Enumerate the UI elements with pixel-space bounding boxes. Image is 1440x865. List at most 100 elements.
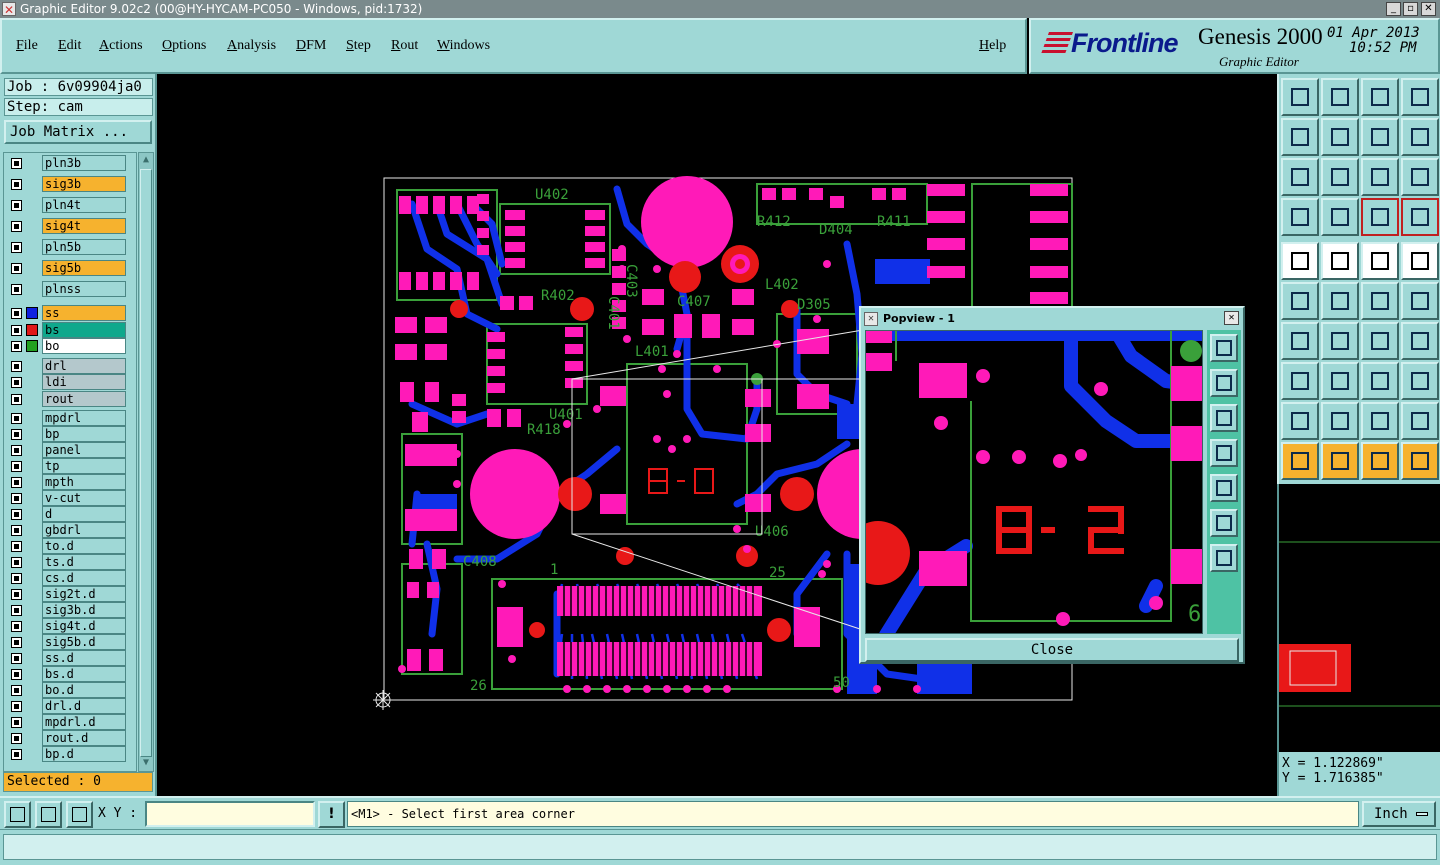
layer-row-d[interactable]: d — [4, 506, 136, 522]
menu-help[interactable]: Help — [979, 38, 1006, 54]
layer-row-ss[interactable]: ss — [4, 305, 136, 321]
layer-checkbox[interactable] — [11, 461, 22, 472]
layer-checkbox[interactable] — [11, 429, 22, 440]
layer-name[interactable]: cs.d — [42, 570, 126, 586]
layer-name[interactable]: drl — [42, 357, 126, 374]
line-tool-button[interactable] — [1321, 242, 1359, 280]
fit-profile-button[interactable] — [1281, 158, 1319, 196]
layer-checkbox[interactable] — [11, 541, 22, 552]
menu-dfm[interactable]: DFM — [296, 38, 326, 54]
pan-right-button[interactable] — [1321, 118, 1359, 156]
menu-step[interactable]: Step — [346, 38, 371, 54]
popview-canvas[interactable]: 6 — [865, 330, 1203, 634]
scroll-thumb[interactable] — [140, 169, 152, 757]
layer-checkbox[interactable] — [11, 621, 22, 632]
zoom-window-button[interactable] — [4, 801, 31, 828]
layer-row-ldi[interactable]: ldi — [4, 374, 136, 390]
overview-map[interactable] — [1277, 484, 1440, 752]
move-tool-button[interactable] — [1361, 282, 1399, 320]
layer-checkbox[interactable] — [11, 284, 22, 295]
layer-name[interactable]: sig4t.d — [42, 618, 126, 634]
layer-row-sig5b[interactable]: sig5b — [4, 260, 136, 276]
polygon-edit-button[interactable] — [1361, 402, 1399, 440]
select-pad-button[interactable] — [1281, 362, 1319, 400]
layer-name[interactable]: gbdrl — [42, 522, 126, 538]
layer-checkbox[interactable] — [11, 360, 22, 372]
polygon-tool-button[interactable] — [1321, 402, 1359, 440]
menu-options[interactable]: Options — [162, 38, 206, 54]
zoom-in-button[interactable] — [1281, 78, 1319, 116]
layer-checkbox[interactable] — [11, 749, 22, 760]
layer-row-ts-d[interactable]: ts.d — [4, 554, 136, 570]
snap-settings-button[interactable] — [1281, 198, 1319, 236]
menu-actions[interactable]: Actions — [99, 38, 143, 54]
popview-pan-up-button[interactable] — [1210, 369, 1238, 397]
layer-row-panel[interactable]: panel — [4, 442, 136, 458]
xy-input[interactable] — [145, 801, 315, 827]
zoom-out-button[interactable] — [1321, 78, 1359, 116]
layer-checkbox[interactable] — [11, 308, 22, 319]
layer-row-sig2t-d[interactable]: sig2t.d — [4, 586, 136, 602]
popview-expand-button[interactable] — [1210, 544, 1238, 572]
warning-button[interactable]: ! — [318, 801, 345, 828]
layer-name[interactable]: ss.d — [42, 650, 126, 666]
layer-checkbox[interactable] — [11, 393, 22, 405]
select-line-button[interactable] — [1321, 362, 1359, 400]
layer-list-scrollbar[interactable]: ▲ ▼ — [138, 152, 154, 772]
minimize-icon[interactable]: _ — [1386, 2, 1401, 16]
layer-row-sig5b-d[interactable]: sig5b.d — [4, 634, 136, 650]
triangle-tool-button[interactable] — [1281, 402, 1319, 440]
pan-left-button[interactable] — [1281, 118, 1319, 156]
layer-name[interactable]: ss — [42, 305, 126, 321]
layer-name[interactable]: to.d — [42, 538, 126, 554]
layer-color-swatch[interactable] — [26, 307, 38, 319]
layer-row-bp-d[interactable]: bp.d — [4, 746, 136, 762]
layer-name[interactable]: pln3b — [42, 155, 126, 171]
popview-fit-button[interactable] — [1210, 509, 1238, 537]
select-net-button[interactable] — [1401, 442, 1439, 480]
layer-checkbox[interactable] — [11, 653, 22, 664]
popview-pan-down-button[interactable] — [1210, 404, 1238, 432]
layer-name[interactable]: v-cut — [42, 490, 126, 506]
layer-name[interactable]: panel — [42, 442, 126, 458]
scale-1-2-button[interactable] — [1361, 158, 1399, 196]
layer-row-rout[interactable]: rout — [4, 390, 136, 407]
layer-row-cs-d[interactable]: cs.d — [4, 570, 136, 586]
layer-name[interactable]: sig3b.d — [42, 602, 126, 618]
popview-pan-left-button[interactable] — [1210, 439, 1238, 467]
layer-checkbox[interactable] — [11, 377, 22, 388]
layer-checkbox[interactable] — [11, 200, 22, 211]
layer-row-rout-d[interactable]: rout.d — [4, 730, 136, 746]
popview-close-icon[interactable]: ✕ — [1224, 311, 1239, 325]
menu-file[interactable]: File — [16, 38, 38, 54]
help-question-button[interactable] — [1401, 158, 1439, 196]
arc-tool-button[interactable] — [1361, 322, 1399, 360]
layer-name[interactable]: d — [42, 506, 126, 522]
layer-name[interactable]: mpdrl — [42, 410, 126, 426]
layer-name[interactable]: pln4t — [42, 197, 126, 213]
layer-name[interactable]: ts.d — [42, 554, 126, 570]
units-selector[interactable]: Inch — [1362, 801, 1436, 827]
slash-tool-button[interactable] — [1321, 322, 1359, 360]
ruler-tool-button[interactable] — [1361, 242, 1399, 280]
select-group-button[interactable] — [1401, 362, 1439, 400]
layer-checkbox[interactable] — [11, 525, 22, 536]
layer-row-mpdrl-d[interactable]: mpdrl.d — [4, 714, 136, 730]
scroll-up-icon[interactable]: ▲ — [140, 154, 152, 166]
copy-tool-button[interactable] — [1401, 282, 1439, 320]
select-point-button[interactable] — [1361, 442, 1399, 480]
layer-name[interactable]: bo — [42, 338, 126, 354]
fit-all-button[interactable] — [1321, 158, 1359, 196]
popview-menu-icon[interactable]: ✕ — [864, 312, 878, 326]
polygon-cut-button[interactable] — [1401, 402, 1439, 440]
grid-button[interactable] — [1321, 198, 1359, 236]
layer-row-to-d[interactable]: to.d — [4, 538, 136, 554]
layer-row-drl-d[interactable]: drl.d — [4, 698, 136, 714]
layer-row-bp[interactable]: bp — [4, 426, 136, 442]
net-select-button[interactable] — [1401, 198, 1439, 236]
layer-name[interactable]: sig2t.d — [42, 586, 126, 602]
layer-row-sig4t-d[interactable]: sig4t.d — [4, 618, 136, 634]
layer-checkbox[interactable] — [11, 263, 22, 274]
layer-checkbox[interactable] — [11, 509, 22, 520]
popview-zoom-in-button[interactable] — [1210, 334, 1238, 362]
